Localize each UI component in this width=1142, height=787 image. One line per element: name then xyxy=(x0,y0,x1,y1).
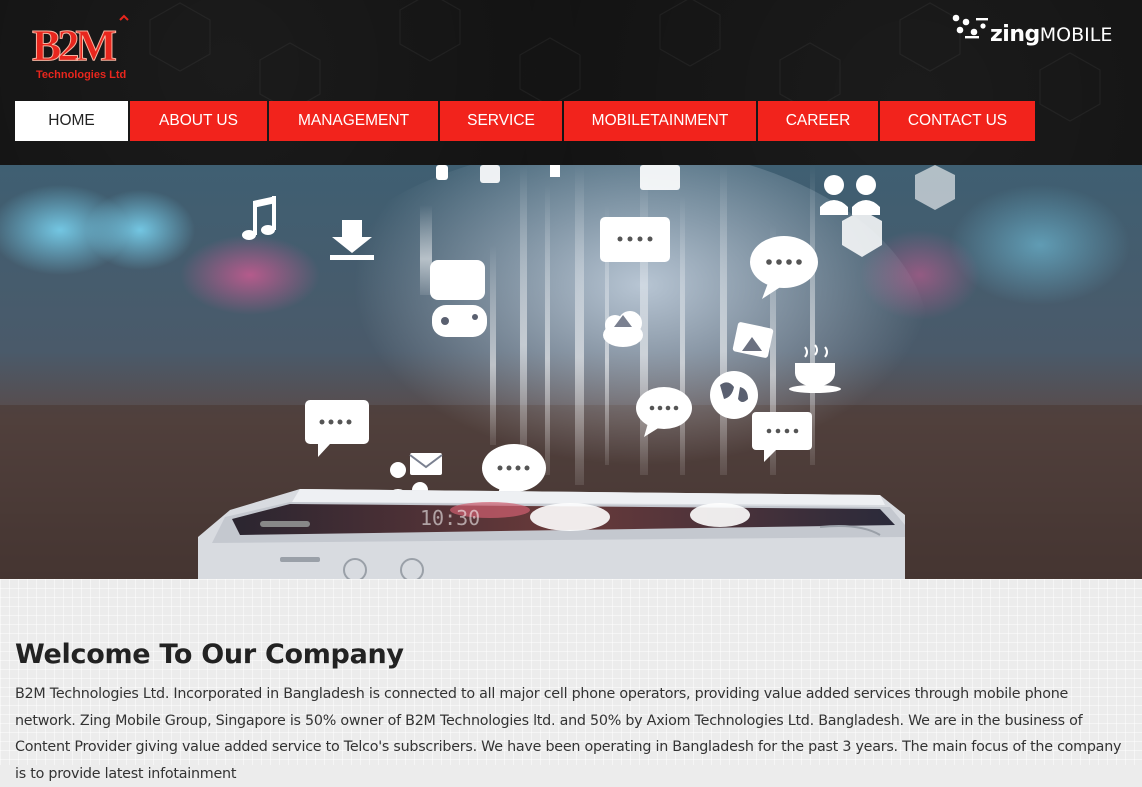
partner-rest-text: MOBILE xyxy=(1039,24,1113,46)
logo-subtext: Technologies Ltd xyxy=(36,69,126,81)
globe-icon xyxy=(710,371,758,419)
intro-paragraph: B2M Technologies Ltd. Incorporated in Ba… xyxy=(15,686,1122,782)
phone-time: 10:30 xyxy=(420,506,480,530)
main-nav: HOME ABOUT US MANAGEMENT SERVICE MOBILET… xyxy=(15,101,1037,141)
nav-contact-us[interactable]: CONTACT US xyxy=(880,101,1035,141)
game-controller-icon xyxy=(430,260,487,337)
logo-text: B2M xyxy=(32,21,116,70)
site-header: B2M Technologies Ltd zingMOBILE HOME ABO… xyxy=(0,0,1142,165)
b2m-logo[interactable]: B2M Technologies Ltd xyxy=(28,14,136,86)
nav-mobiletainment[interactable]: MOBILETAINMENT xyxy=(564,101,756,141)
page-title: Welcome To Our Company xyxy=(15,639,404,670)
email-icon xyxy=(409,453,443,475)
nav-home[interactable]: HOME xyxy=(15,101,128,141)
partner-bold-text: zing xyxy=(990,22,1040,47)
nav-management[interactable]: MANAGEMENT xyxy=(269,101,438,141)
nav-career[interactable]: CAREER xyxy=(758,101,878,141)
zing-mobile-logo[interactable]: zingMOBILE xyxy=(990,22,1112,47)
nav-about-us[interactable]: ABOUT US xyxy=(130,101,267,141)
smartphone: 10:30 xyxy=(198,489,905,579)
nav-service[interactable]: SERVICE xyxy=(440,101,562,141)
hero-image: 10:30 xyxy=(0,165,1142,579)
chat-bubble-icon xyxy=(600,217,670,262)
main-content: Welcome To Our Company B2M Technologies … xyxy=(0,579,1142,782)
hero-banner: 10:30 xyxy=(0,165,1142,579)
